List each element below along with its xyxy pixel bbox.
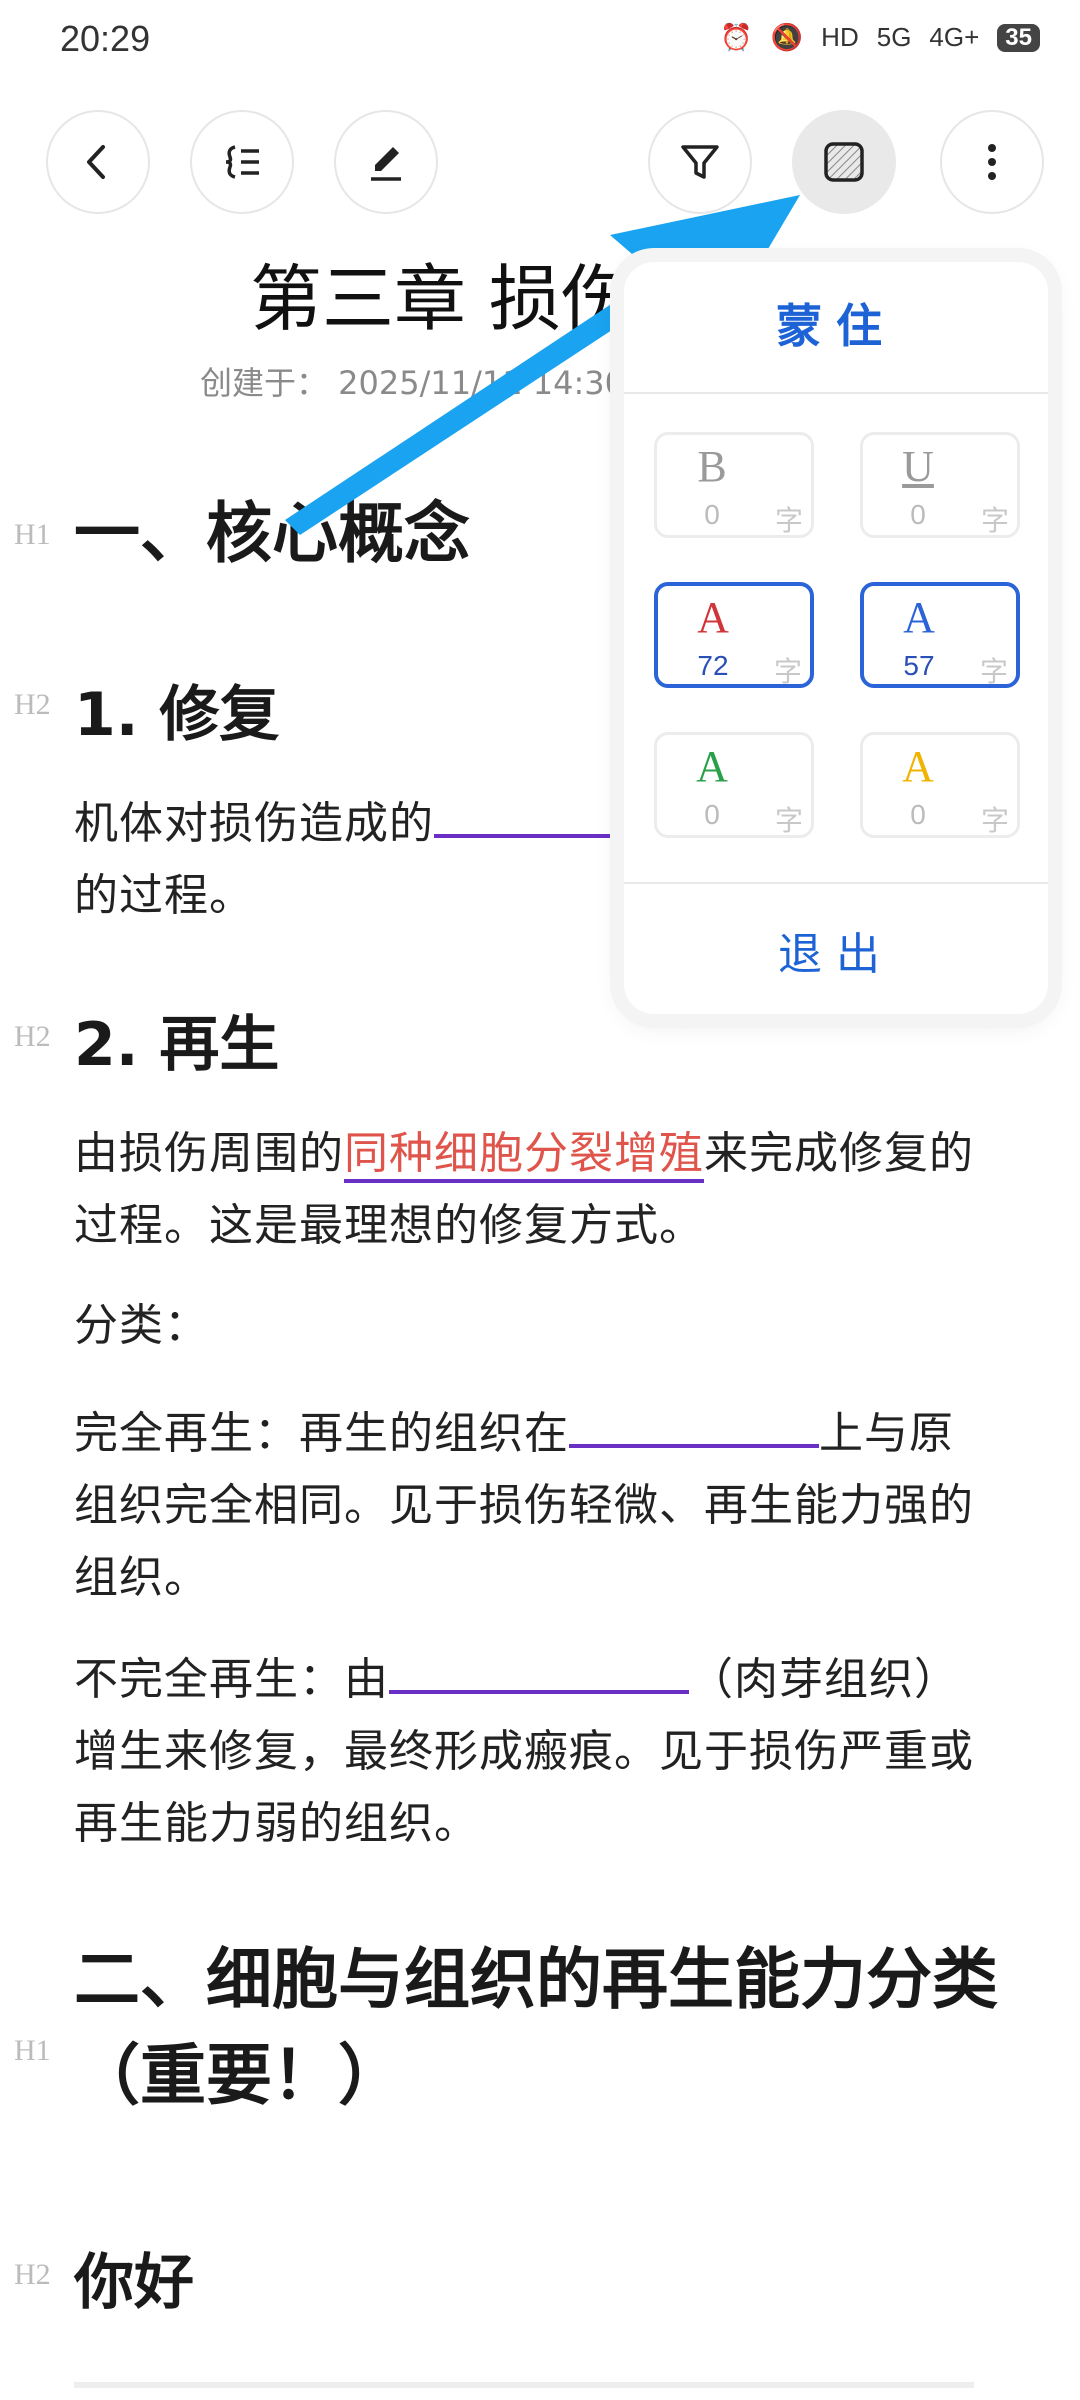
mask-style-count: 0 bbox=[704, 799, 720, 830]
hatched-square-icon bbox=[824, 142, 864, 182]
mute-icon: 🔕 bbox=[770, 22, 804, 52]
divider bbox=[624, 392, 1048, 394]
cloze-blank[interactable] bbox=[569, 1394, 819, 1448]
heading-level-mark: H2 bbox=[14, 2258, 51, 2291]
mask-panel: 蒙住 B 0 字 U 0 字 A 72 字 A 57 字 A 0 字 A 0 字 退出 bbox=[624, 262, 1048, 1014]
mask-style-count: 0 bbox=[704, 499, 720, 530]
mask-style-option[interactable]: A 57 字 bbox=[860, 582, 1020, 688]
heading-level-mark: H1 bbox=[14, 2034, 51, 2067]
mask-style-unit: 字 bbox=[979, 655, 1008, 688]
created-date: 创建于： 2025/11/11 14:30 bbox=[200, 364, 626, 402]
mask-style-symbol: B bbox=[697, 442, 727, 491]
paragraph-complete-regeneration: 完全再生：再生的组织在 上与原组织完全相同。见于损伤轻微、再生能力强的组织。 bbox=[74, 1394, 994, 1614]
back-button[interactable] bbox=[46, 110, 150, 214]
chevron-left-icon bbox=[87, 145, 105, 179]
edit-button[interactable] bbox=[334, 110, 438, 214]
exit-button[interactable]: 退出 bbox=[624, 918, 1048, 982]
mask-button[interactable] bbox=[792, 110, 896, 214]
mask-style-unit: 字 bbox=[980, 504, 1009, 537]
heading-level-mark: H1 bbox=[14, 518, 51, 551]
cloze-blank[interactable] bbox=[389, 1640, 689, 1694]
status-time: 20:29 bbox=[60, 18, 151, 59]
status-icons: ⏰ 🔕 HD 5G 4G+ 35 bbox=[720, 22, 1040, 53]
mask-style-symbol: A bbox=[697, 593, 729, 642]
mask-style-symbol: U bbox=[902, 442, 934, 491]
divider bbox=[624, 882, 1048, 884]
battery-icon: 35 bbox=[997, 23, 1040, 52]
signal-4g-icon: 4G+ bbox=[929, 22, 980, 52]
mask-style-unit: 字 bbox=[774, 504, 803, 537]
paragraph-incomplete-regeneration: 不完全再生：由 （肉芽组织）增生来修复，最终形成瘢痕。见于损伤严重或再生能力弱的组… bbox=[74, 1640, 994, 1860]
mask-panel-title: 蒙住 bbox=[776, 299, 896, 353]
mask-style-option[interactable]: A 0 字 bbox=[654, 732, 814, 838]
mask-style-unit: 字 bbox=[980, 804, 1009, 837]
heading-2: 1. 修复 bbox=[74, 680, 280, 750]
revealed-text[interactable]: 同种细胞分裂增殖 bbox=[344, 1128, 704, 1183]
alarm-icon: ⏰ bbox=[720, 22, 753, 52]
heading-1: 一、核心概念 bbox=[74, 495, 470, 572]
hd-icon: HD bbox=[821, 22, 859, 52]
mask-style-symbol: A bbox=[696, 742, 728, 791]
mask-style-option[interactable]: U 0 字 bbox=[860, 432, 1020, 538]
mask-style-option[interactable]: A 0 字 bbox=[860, 732, 1020, 838]
pencil-icon bbox=[371, 147, 401, 181]
outline-list-icon bbox=[225, 145, 259, 179]
mask-style-count: 57 bbox=[903, 650, 935, 681]
paragraph-regeneration: 由损伤周围的同种细胞分裂增殖来完成修复的过程。这是最理想的修复方式。 bbox=[74, 1128, 974, 1251]
mask-style-option[interactable]: A 72 字 bbox=[654, 582, 814, 688]
table-edge bbox=[74, 2382, 974, 2388]
heading-2: 2. 再生 bbox=[74, 1010, 280, 1080]
mask-style-symbol: A bbox=[902, 742, 934, 791]
mask-style-count: 0 bbox=[910, 499, 926, 530]
mask-style-unit: 字 bbox=[773, 655, 802, 688]
outline-button[interactable] bbox=[190, 110, 294, 214]
filter-button[interactable] bbox=[648, 110, 752, 214]
heading-level-mark: H2 bbox=[14, 1020, 51, 1053]
signal-5g-icon: 5G bbox=[876, 22, 912, 52]
heading-level-mark: H2 bbox=[14, 688, 51, 721]
mask-style-count: 72 bbox=[697, 650, 729, 681]
mask-style-count: 0 bbox=[910, 799, 926, 830]
heading-1: 二、细胞与组织的再生能力分类（重要！） bbox=[74, 1941, 998, 2114]
more-button[interactable] bbox=[940, 110, 1044, 214]
mask-style-symbol: A bbox=[903, 593, 935, 642]
status-bar: 20:29 ⏰ 🔕 HD 5G 4G+ 35 bbox=[0, 0, 1080, 80]
mask-style-unit: 字 bbox=[774, 804, 803, 837]
heading-2: 你好 bbox=[74, 2248, 194, 2318]
vertical-dots-icon bbox=[988, 144, 996, 180]
funnel-icon bbox=[681, 145, 719, 179]
mask-style-option[interactable]: B 0 字 bbox=[654, 432, 814, 538]
paragraph-classification: 分类： bbox=[74, 1300, 209, 1351]
